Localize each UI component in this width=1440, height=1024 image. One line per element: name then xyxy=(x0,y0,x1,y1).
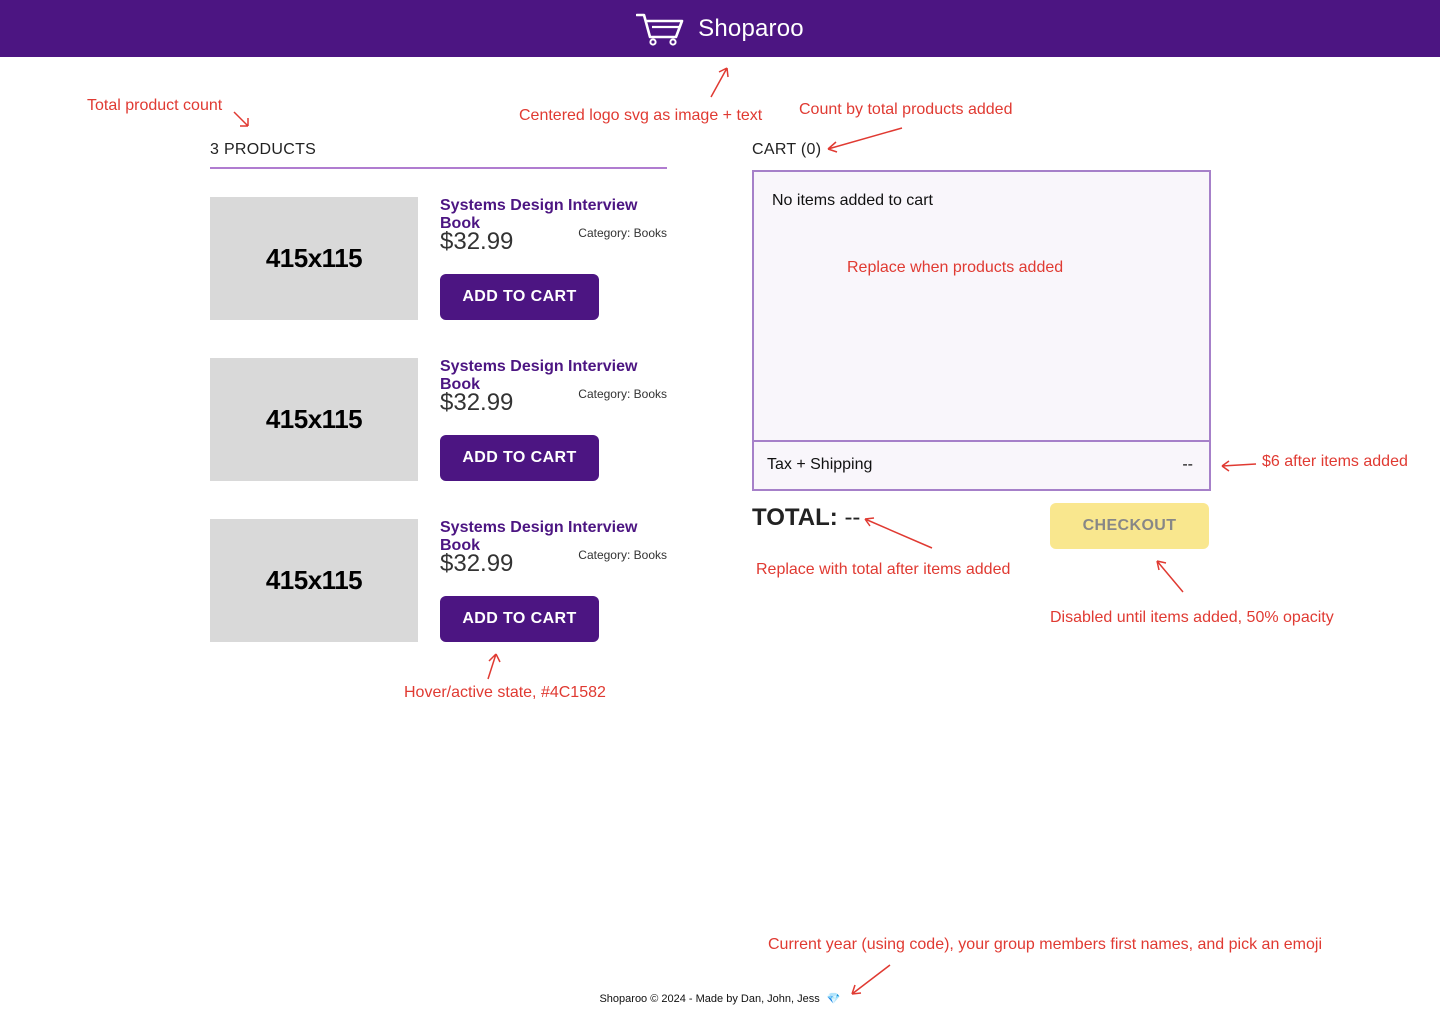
product-card: 415x115 Systems Design Interview Book $3… xyxy=(210,358,667,482)
product-category: Category: Books xyxy=(578,387,667,401)
image-placeholder-label: 415x115 xyxy=(265,565,363,595)
app-title: Shoparoo xyxy=(698,14,804,42)
annotation-arrow xyxy=(710,67,729,98)
total-label: TOTAL: xyxy=(752,504,838,531)
annotation-hover-state: Hover/active state, #4C1582 xyxy=(404,684,606,701)
cart-panel: No items added to cart Tax + Shipping -- xyxy=(752,170,1211,491)
add-to-cart-button[interactable]: ADD TO CART xyxy=(440,435,599,481)
annotation-arrow xyxy=(487,653,501,680)
cart-empty-message: No items added to cart xyxy=(772,192,933,209)
image-placeholder-label: 415x115 xyxy=(265,404,363,434)
image-placeholder-label: 415x115 xyxy=(265,243,363,273)
divider xyxy=(210,167,667,169)
tax-shipping-label: Tax + Shipping xyxy=(767,456,873,473)
shopping-cart-icon xyxy=(636,13,684,46)
annotation-arrow xyxy=(233,111,249,127)
product-price: $32.99 xyxy=(440,389,514,416)
product-price: $32.99 xyxy=(440,550,514,577)
annotation-cart-count: Count by total products added xyxy=(799,101,1013,118)
annotation-arrow xyxy=(864,517,933,549)
annotation-total-product-count: Total product count xyxy=(87,97,223,114)
top-header-bar: Shoparoo xyxy=(0,0,1440,57)
annotation-checkout: Disabled until items added, 50% opacity xyxy=(1050,609,1334,626)
add-to-cart-button[interactable]: ADD TO CART xyxy=(440,596,599,642)
page-footer: Shoparoo © 2024 - Made by Dan, John, Jes… xyxy=(0,992,1440,1005)
add-to-cart-button[interactable]: ADD TO CART xyxy=(440,274,599,320)
product-category: Category: Books xyxy=(578,548,667,562)
annotation-arrow xyxy=(827,127,903,153)
product-image: 415x115 xyxy=(210,197,418,320)
annotation-logo: Centered logo svg as image + text xyxy=(519,107,763,124)
logo[interactable]: Shoparoo xyxy=(636,12,804,46)
annotation-footer: Current year (using code), your group me… xyxy=(768,936,1323,953)
annotation-total: Replace with total after items added xyxy=(756,561,1011,578)
product-image: 415x115 xyxy=(210,519,418,642)
cart-count-heading: CART (0) xyxy=(752,141,822,158)
annotation-arrow xyxy=(1156,560,1184,593)
gem-icon: 💎 xyxy=(826,993,841,1005)
footer-text: Shoparoo © 2024 - Made by Dan, John, Jes… xyxy=(599,993,820,1005)
products-count-heading: 3 PRODUCTS xyxy=(210,141,317,158)
annotation-tax: $6 after items added xyxy=(1262,453,1408,470)
cart-tax-row: Tax + Shipping -- xyxy=(754,440,1209,491)
product-category: Category: Books xyxy=(578,226,667,240)
product-card: 415x115 Systems Design Interview Book $3… xyxy=(210,197,667,321)
product-price: $32.99 xyxy=(440,228,514,255)
page: Shoparoo Total product count Centered lo… xyxy=(0,0,1440,1024)
product-image: 415x115 xyxy=(210,358,418,481)
product-card: 415x115 Systems Design Interview Book $3… xyxy=(210,519,667,643)
annotation-arrow xyxy=(1221,460,1257,472)
tax-shipping-value: -- xyxy=(1182,456,1193,473)
total-value: -- xyxy=(844,504,861,531)
cart-total: TOTAL: -- xyxy=(752,504,860,532)
annotation-replace-products: Replace when products added xyxy=(847,259,1064,276)
checkout-button[interactable]: CHECKOUT xyxy=(1050,503,1209,549)
